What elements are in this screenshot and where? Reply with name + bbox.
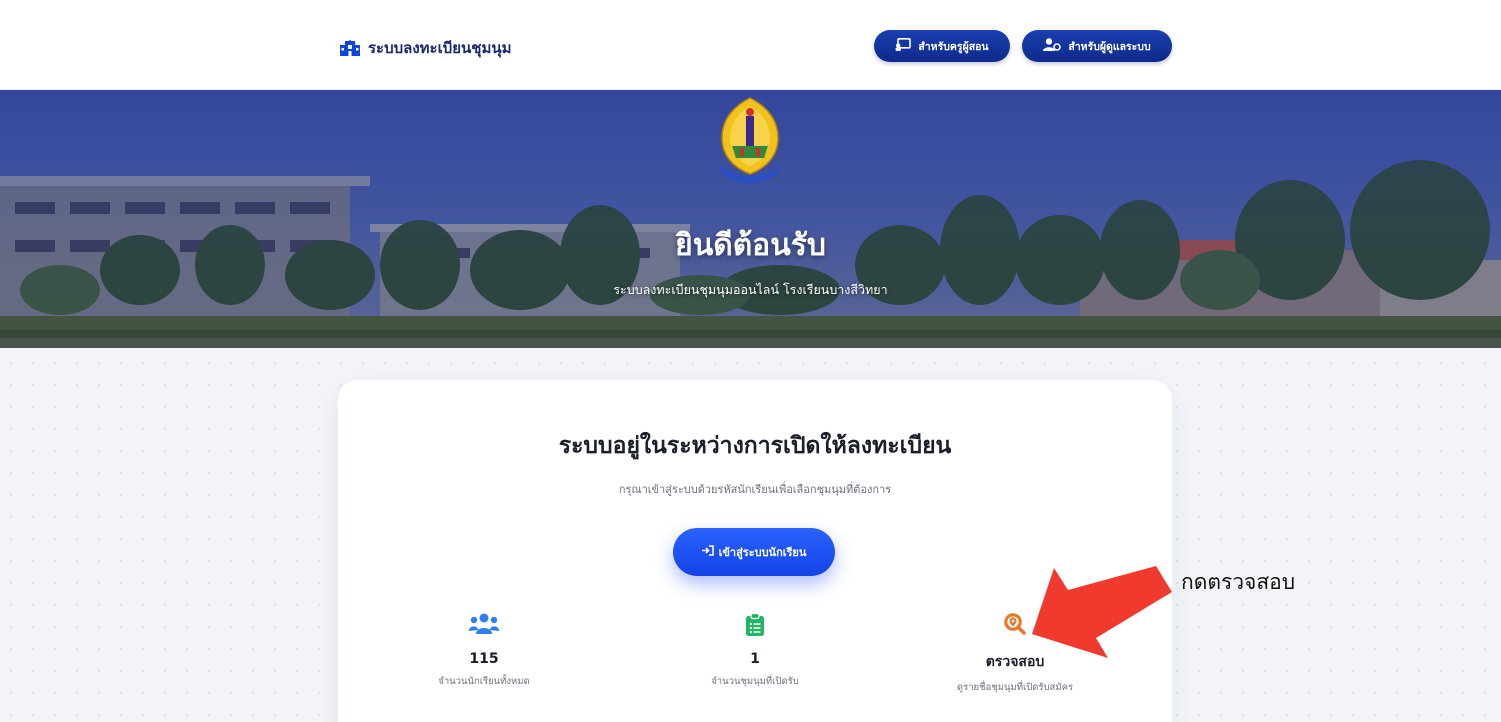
stat-label: จำนวนชุมนุมที่เปิดรับ	[711, 676, 799, 687]
hero-title: ยินดีต้อนรับ	[675, 228, 826, 263]
stat-label: จำนวนนักเรียนทั้งหมด	[438, 676, 530, 687]
student-login-label: เข้าสู่ระบบนักเรียน	[718, 546, 807, 559]
status-subtitle: กรุณาเข้าสู่ระบบด้วยรหัสนักเรียนเพื่อเลื…	[618, 483, 892, 496]
registration-status-card: ระบบอยู่ในระหว่างการเปิดให้ลงทะเบียน กรุ…	[338, 380, 1172, 722]
school-logo-icon	[720, 97, 780, 183]
sign-in-icon	[701, 545, 714, 559]
stat-label: ดูรายชื่อชุมนุมที่เปิดรับสมัคร	[956, 682, 1074, 693]
stat-open-clubs: 1 จำนวนชุมนุมที่เปิดรับ	[655, 612, 855, 689]
teacher-login-button[interactable]: สำหรับครูผู้สอน	[874, 30, 1010, 62]
clipboard-list-icon	[655, 612, 855, 636]
stat-value: 1	[750, 651, 760, 667]
status-title: ระบบอยู่ในระหว่างการเปิดให้ลงทะเบียน	[558, 433, 952, 459]
stat-total-students: 115 จำนวนนักเรียนทั้งหมด	[384, 612, 584, 689]
top-navbar: ระบบลงทะเบียนชุมนุม สำหรับครูผู้สอน สำหร…	[0, 0, 1501, 90]
users-icon	[384, 612, 584, 636]
hero-subtitle: ระบบลงทะเบียนชุมนุมออนไลน์ โรงเรียนบางสี…	[613, 282, 888, 297]
stat-value: 115	[469, 651, 499, 667]
admin-login-button[interactable]: สำหรับผู้ดูแลระบบ	[1022, 30, 1172, 62]
annotation-text: กดตรวจสอบ	[1181, 570, 1296, 594]
annotation-arrow-icon	[1032, 566, 1172, 658]
brand-link[interactable]: ระบบลงทะเบียนชุมนุม	[340, 36, 512, 60]
teacher-button-label: สำหรับครูผู้สอน	[918, 40, 989, 53]
student-login-button[interactable]: เข้าสู่ระบบนักเรียน	[673, 528, 835, 576]
brand-label: ระบบลงทะเบียนชุมนุม	[368, 39, 512, 57]
admin-button-label: สำหรับผู้ดูแลระบบ	[1068, 40, 1151, 53]
chalkboard-teacher-icon	[895, 38, 912, 54]
school-icon	[340, 40, 360, 56]
hero-banner: ยินดีต้อนรับ ระบบลงทะเบียนชุมนุมออนไลน์ …	[0, 90, 1501, 348]
user-cog-icon	[1043, 38, 1062, 54]
